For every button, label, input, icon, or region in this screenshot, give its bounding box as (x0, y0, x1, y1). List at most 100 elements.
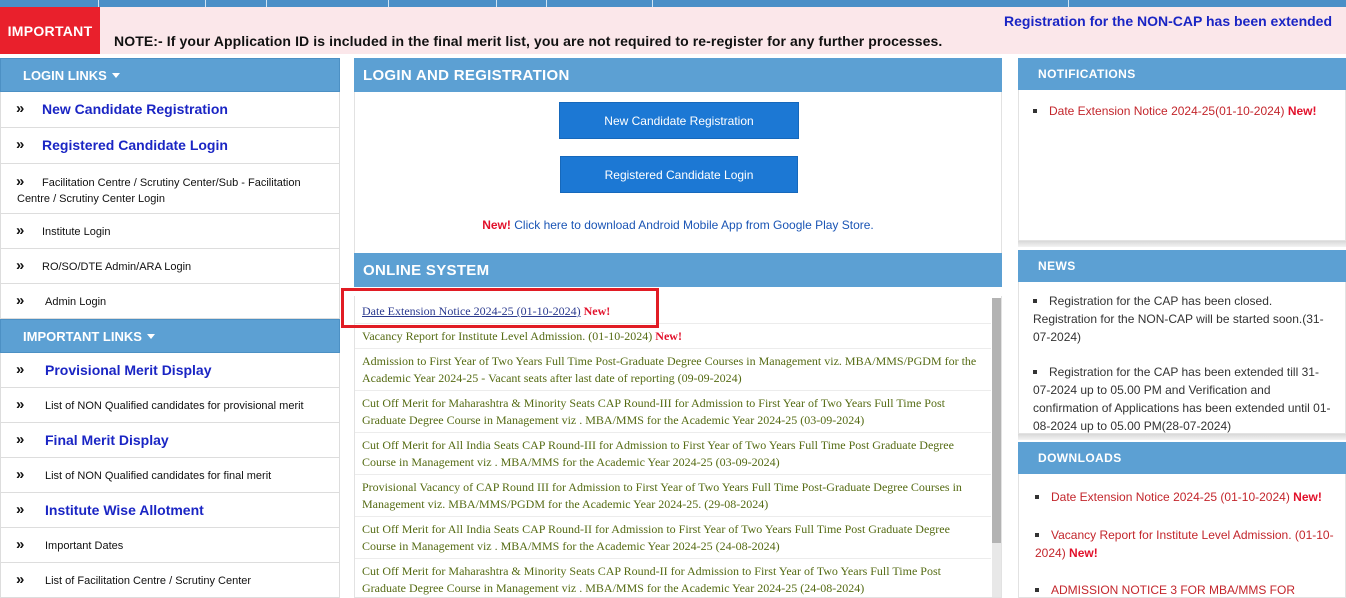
download-item[interactable]: Vacancy Report for Institute Level Admis… (1019, 526, 1345, 562)
double-chevron-right-icon: » (16, 571, 25, 588)
sidebar-item-label[interactable]: List of NON Qualified candidates for pro… (45, 400, 304, 412)
nav-divider (266, 0, 267, 7)
news-item: Registration for the CAP has been closed… (1019, 292, 1345, 346)
scrollbar-thumb[interactable] (992, 298, 1001, 543)
login-links-header[interactable]: LOGIN LINKS (0, 58, 340, 92)
list-item-link[interactable]: Cut Off Merit for Maharashtra & Minority… (362, 564, 941, 595)
android-app-text[interactable]: Click here to download Android Mobile Ap… (514, 218, 874, 232)
nav-divider (1068, 0, 1069, 7)
login-registration-header: LOGIN AND REGISTRATION (354, 58, 1002, 92)
list-item[interactable]: Provisional Vacancy of CAP Round III for… (355, 475, 991, 517)
login-links-title: LOGIN LINKS (23, 67, 107, 83)
merit-note: NOTE:- If your Application ID is include… (114, 33, 943, 49)
online-system-header: ONLINE SYSTEM (354, 253, 1002, 287)
double-chevron-right-icon: » (16, 396, 25, 413)
login-registration-panel: New Candidate Registration Registered Ca… (354, 92, 1002, 258)
scrollbar[interactable] (992, 298, 1001, 597)
new-label: New! (583, 304, 611, 318)
download-item[interactable]: ADMISSION NOTICE 3 FOR MBA/MMS FOR (1019, 581, 1345, 597)
bullet-icon (1033, 298, 1037, 303)
double-chevron-right-icon: » (16, 136, 25, 153)
sidebar-item-admin-login[interactable]: » Admin Login (0, 284, 340, 319)
bullet-icon (1035, 587, 1039, 592)
download-link[interactable]: ADMISSION NOTICE 3 FOR MBA/MMS FOR (1051, 583, 1295, 597)
panel-divider (1018, 241, 1346, 247)
sidebar-item-registered-candidate-login[interactable]: » Registered Candidate Login (0, 128, 340, 164)
download-link[interactable]: Date Extension Notice 2024-25 (01-10-202… (1051, 490, 1290, 504)
new-candidate-registration-button[interactable]: New Candidate Registration (559, 102, 799, 139)
list-item-link[interactable]: Admission to First Year of Two Years Ful… (362, 354, 976, 385)
sidebar-item-provisional-merit-display[interactable]: » Provisional Merit Display (0, 353, 340, 388)
list-item-link[interactable]: Cut Off Merit for Maharashtra & Minority… (362, 396, 945, 427)
list-item[interactable]: Cut Off Merit for Maharashtra & Minority… (355, 559, 991, 597)
sidebar-item-non-qualified-provisional[interactable]: » List of NON Qualified candidates for p… (0, 388, 340, 423)
download-item[interactable]: Date Extension Notice 2024-25 (01-10-202… (1019, 488, 1345, 506)
right-sidebar: NOTIFICATIONS Date Extension Notice 2024… (1016, 58, 1346, 598)
sidebar-item-label[interactable]: Facilitation Centre / Scrutiny Center/Su… (17, 175, 317, 207)
new-label: New! (1293, 490, 1322, 504)
sidebar-item-final-merit-display[interactable]: » Final Merit Display (0, 423, 340, 458)
nav-divider (388, 0, 389, 7)
registered-candidate-login-button[interactable]: Registered Candidate Login (560, 156, 798, 193)
list-item[interactable]: Vacancy Report for Institute Level Admis… (355, 324, 991, 349)
list-item[interactable]: Cut Off Merit for Maharashtra & Minority… (355, 391, 991, 433)
notification-link[interactable]: Date Extension Notice 2024-25(01-10-2024… (1049, 104, 1284, 118)
sidebar-item-important-dates[interactable]: » Important Dates (0, 528, 340, 563)
sidebar-item-new-candidate-registration[interactable]: » New Candidate Registration (0, 92, 340, 128)
downloads-panel: Date Extension Notice 2024-25 (01-10-202… (1018, 474, 1346, 598)
double-chevron-right-icon: » (16, 431, 25, 448)
list-item-link[interactable]: Provisional Vacancy of CAP Round III for… (362, 480, 962, 511)
double-chevron-right-icon: » (16, 257, 25, 274)
nav-divider (652, 0, 653, 7)
list-item[interactable]: Admission to First Year of Two Years Ful… (355, 349, 991, 391)
notifications-header: NOTIFICATIONS (1018, 58, 1346, 90)
sidebar-item-label[interactable]: Admin Login (45, 296, 106, 308)
sidebar-item-label[interactable]: New Candidate Registration (42, 101, 228, 117)
sidebar-item-label[interactable]: List of NON Qualified candidates for fin… (45, 470, 271, 482)
double-chevron-right-icon: » (16, 100, 25, 117)
downloads-header: DOWNLOADS (1018, 442, 1346, 474)
notification-item[interactable]: Date Extension Notice 2024-25(01-10-2024… (1019, 102, 1345, 120)
panel-divider (1018, 434, 1346, 440)
sidebar-item-label[interactable]: Important Dates (45, 540, 123, 552)
sidebar-item-label[interactable]: Final Merit Display (45, 432, 169, 448)
list-item[interactable]: Date Extension Notice 2024-25 (01-10-202… (355, 296, 991, 324)
sidebar-item-label[interactable]: Provisional Merit Display (45, 362, 212, 378)
nav-divider (205, 0, 206, 7)
list-item[interactable]: Cut Off Merit for All India Seats CAP Ro… (355, 433, 991, 475)
sidebar-item-label[interactable]: List of Facilitation Centre / Scrutiny C… (45, 575, 251, 587)
sidebar-item-label[interactable]: RO/SO/DTE Admin/ARA Login (42, 261, 191, 273)
list-item-link[interactable]: Cut Off Merit for All India Seats CAP Ro… (362, 438, 954, 469)
caret-down-icon (111, 73, 120, 78)
top-nav-strip (0, 0, 1346, 7)
sidebar-item-institute-login[interactable]: » Institute Login (0, 214, 340, 249)
list-item[interactable]: Cut Off Merit for All India Seats CAP Ro… (355, 517, 991, 559)
news-item: Registration for the CAP has been extend… (1019, 363, 1345, 433)
list-item-link[interactable]: Cut Off Merit for All India Seats CAP Ro… (362, 522, 950, 553)
list-item-link[interactable]: Vacancy Report for Institute Level Admis… (362, 329, 652, 343)
left-sidebar: LOGIN LINKS » New Candidate Registration… (0, 58, 340, 598)
double-chevron-right-icon: » (16, 466, 25, 483)
double-chevron-right-icon: » (16, 536, 25, 553)
nav-divider (98, 0, 99, 7)
sidebar-item-label[interactable]: Institute Wise Allotment (45, 502, 204, 518)
sidebar-item-label[interactable]: Institute Login (42, 226, 111, 238)
caret-down-icon (146, 334, 155, 339)
online-system-list: Date Extension Notice 2024-25 (01-10-202… (355, 296, 991, 597)
sidebar-item-non-qualified-final[interactable]: » List of NON Qualified candidates for f… (0, 458, 340, 493)
nav-divider (496, 0, 497, 7)
double-chevron-right-icon: » (16, 361, 25, 378)
sidebar-item-label[interactable]: Registered Candidate Login (42, 137, 228, 153)
sidebar-item-facilitation-centre-login[interactable]: » Facilitation Centre / Scrutiny Center/… (0, 164, 340, 214)
bullet-icon (1033, 369, 1037, 374)
new-label: New! (1069, 546, 1098, 560)
important-badge: IMPORTANT (0, 7, 100, 54)
important-links-header[interactable]: IMPORTANT LINKS (0, 319, 340, 353)
list-item-link[interactable]: Date Extension Notice 2024-25 (01-10-202… (362, 304, 581, 318)
android-app-link[interactable]: New! Click here to download Android Mobi… (354, 218, 1002, 232)
sidebar-item-facilitation-centre-list[interactable]: » List of Facilitation Centre / Scrutiny… (0, 563, 340, 598)
sidebar-item-ro-so-dte-admin-login[interactable]: » RO/SO/DTE Admin/ARA Login (0, 249, 340, 284)
scrolling-marquee[interactable]: Registration for the NON-CAP has been ex… (1004, 13, 1332, 29)
sidebar-item-institute-wise-allotment[interactable]: » Institute Wise Allotment (0, 493, 340, 528)
online-system-panel: Date Extension Notice 2024-25 (01-10-202… (354, 296, 1002, 598)
